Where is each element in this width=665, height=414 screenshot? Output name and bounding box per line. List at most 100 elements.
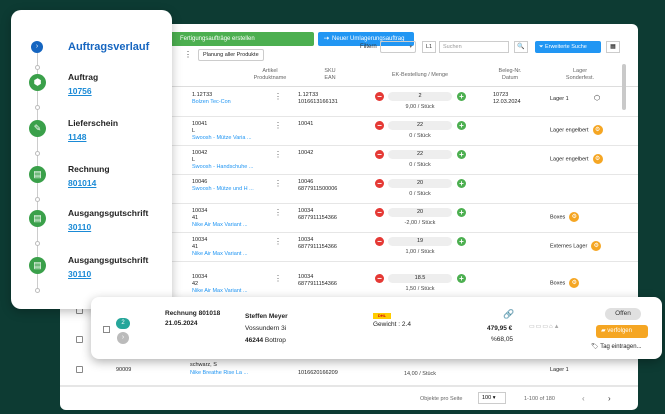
row-productname[interactable]: Swoosh - Mütze und H ... (192, 186, 254, 193)
extended-search-button[interactable]: ⏷ Erweiterte Suche (535, 41, 601, 53)
more-menu-icon[interactable]: ⋮ (184, 50, 192, 59)
row-article: 10034 (192, 274, 208, 280)
row-sku: 1.12T33 (298, 92, 319, 98)
invoice-row-card[interactable]: 2 › Rechnung 801018 21.05.2024 Steffen M… (91, 297, 662, 359)
plan-all-products-button[interactable]: Planung aller Produkte (198, 49, 264, 61)
customer-zip: 46244 (245, 337, 264, 344)
credit-note-icon: ▤ (29, 210, 46, 227)
invoice-icon: ▤ (29, 166, 46, 183)
row-menu-icon[interactable]: ⋮ (274, 121, 282, 130)
row-menu-icon[interactable]: ⋮ (274, 179, 282, 188)
warehouse-badge-icon[interactable]: ⚙ (591, 241, 602, 251)
column-header-sku[interactable]: SKU EAN (290, 68, 370, 82)
quantity-field[interactable]: 19 (388, 237, 452, 246)
per-page-value: 100 (482, 395, 492, 401)
row-productname[interactable]: Nike Air Max Variant ... (192, 251, 248, 258)
increase-quantity-button[interactable]: + (457, 92, 466, 101)
column-header-ek[interactable]: EK-Bestellung / Menge (380, 72, 460, 79)
track-shipment-button[interactable]: ▰ verfolgen (596, 325, 648, 338)
grid-view-icon[interactable]: ▦ (606, 41, 620, 53)
add-tag-button[interactable]: 🏷 Tag eintragen... (591, 343, 642, 350)
row-menu-icon[interactable]: ⋮ (274, 92, 282, 101)
quantity-field[interactable]: 20 (388, 179, 452, 188)
increase-quantity-button[interactable]: + (457, 274, 466, 283)
row-checkbox[interactable] (103, 326, 110, 333)
row-productname[interactable]: Bolzen Tec-Con (192, 99, 231, 106)
row-productname[interactable]: Swoosh - Mütze Varia ... (192, 135, 252, 142)
add-tag-label: Tag eintragen... (600, 344, 642, 350)
row-variant: 42 (192, 281, 199, 287)
row-productname[interactable]: Nike Air Max Variant ... (192, 288, 248, 295)
decrease-quantity-button[interactable]: − (375, 92, 384, 101)
quantity-field[interactable]: 2 (388, 92, 452, 101)
warehouse-badge-icon[interactable]: ⚙ (592, 154, 603, 164)
row-menu-icon[interactable]: ⋮ (274, 274, 282, 283)
delivery-note-icon: ✎ (29, 120, 46, 137)
row-menu-icon[interactable]: ⋮ (274, 237, 282, 246)
column-header-lager[interactable]: Lager Sonderfest. (555, 68, 605, 82)
order-history-title: Auftragsverlauf (68, 41, 150, 53)
warehouse-badge-icon[interactable]: ⚙ (592, 125, 603, 135)
warehouse-badge-icon[interactable]: ⚙ (569, 278, 580, 288)
credit-note-link-1[interactable]: 30110 (68, 222, 91, 232)
row-datum: 12.03.2024 (493, 99, 521, 105)
decrease-quantity-button[interactable]: − (375, 179, 384, 188)
document-status-icons: ▭▭▭⌂▲ (529, 324, 561, 330)
next-page-icon[interactable]: › (608, 395, 611, 403)
filter-select[interactable]: ▾ (380, 41, 416, 53)
row-checkbox[interactable] (76, 336, 83, 343)
column-header-beleg[interactable]: Beleg-Nr. Datum (485, 68, 535, 82)
row-article: 1.12T33 (192, 92, 213, 98)
decrease-quantity-button[interactable]: − (375, 150, 384, 159)
package-icon: ⬡ (594, 95, 601, 102)
warehouse-badge-icon[interactable]: ⚙ (569, 212, 580, 222)
box-icon: ⬢ (29, 74, 46, 91)
search-icon[interactable]: 🔍 (514, 41, 528, 53)
prev-page-icon[interactable]: ‹ (582, 395, 585, 403)
quantity-field[interactable]: 18.5 (388, 274, 452, 283)
credit-note-link-2[interactable]: 30110 (68, 269, 91, 279)
row-menu-icon[interactable]: ⋮ (274, 208, 282, 217)
chevron-right-icon[interactable]: › (117, 332, 129, 344)
level-select[interactable]: L1 (422, 41, 436, 53)
row-productname[interactable]: Nike Air Max Variant ... (192, 222, 248, 229)
invoice-title: Rechnung 801018 (165, 310, 221, 317)
create-production-orders-button[interactable]: Fertigungsaufträge erstellen (170, 32, 314, 46)
increase-quantity-button[interactable]: + (457, 121, 466, 130)
margin-percent: %68,05 (491, 336, 514, 343)
row-productname[interactable]: Swoosh - Handschuhe ... (192, 164, 253, 171)
increase-quantity-button[interactable]: + (457, 150, 466, 159)
header-lager: Lager (572, 68, 588, 74)
row-ean: 1016613166131 (298, 99, 338, 105)
row-unit-price: -2,00 / Stück (404, 220, 436, 226)
row-id: 90009 (116, 367, 132, 373)
row-unit-price: 14,00 / Stück (403, 371, 437, 377)
customer-city-line: 46244 Bottrop (245, 337, 286, 345)
quantity-field[interactable]: 20 (388, 208, 452, 217)
timeline-title-delivery: Lieferschein (68, 118, 119, 128)
row-checkbox[interactable] (76, 366, 83, 373)
customer-city: Bottrop (264, 337, 286, 344)
row-ean: 6877911154366 (298, 281, 337, 287)
table-row[interactable]: 90009 schwarz, S Nike Breathe Rise La ..… (60, 358, 638, 386)
increase-quantity-button[interactable]: + (457, 208, 466, 217)
increase-quantity-button[interactable]: + (457, 237, 466, 246)
order-link[interactable]: 10756 (68, 86, 92, 96)
quantity-field[interactable]: 22 (388, 121, 452, 130)
customer-street: Vossundern 3i (245, 325, 287, 332)
link-icon[interactable]: 🔗 (503, 310, 514, 319)
row-menu-icon[interactable]: ⋮ (274, 150, 282, 159)
decrease-quantity-button[interactable]: − (375, 208, 384, 217)
decrease-quantity-button[interactable]: − (375, 121, 384, 130)
decrease-quantity-button[interactable]: − (375, 237, 384, 246)
increase-quantity-button[interactable]: + (457, 179, 466, 188)
per-page-select[interactable]: 100 ▾ (478, 392, 506, 404)
decrease-quantity-button[interactable]: − (375, 274, 384, 283)
row-lager-label: Boxes (550, 214, 566, 221)
search-input[interactable]: Suchen (439, 41, 509, 53)
invoice-link[interactable]: 801014 (68, 178, 96, 188)
row-beleg[interactable]: 10723 (493, 92, 508, 99)
row-productname[interactable]: Nike Breathe Rise La ... (190, 370, 248, 377)
quantity-field[interactable]: 22 (388, 150, 452, 159)
delivery-note-link[interactable]: 1148 (68, 132, 86, 142)
